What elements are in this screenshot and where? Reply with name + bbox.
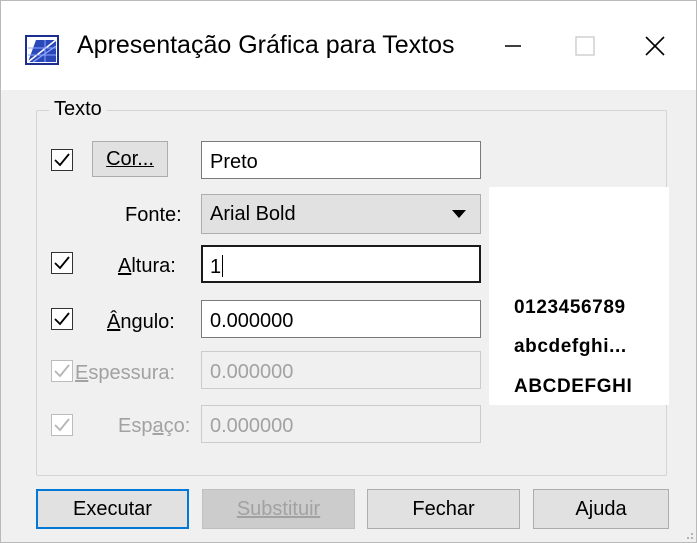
text-caret: [222, 255, 224, 277]
angulo-field[interactable]: 0.000000: [201, 300, 481, 338]
maximize-icon: [575, 35, 595, 56]
fonte-selected-value: Arial Bold: [210, 203, 296, 225]
altura-checkbox[interactable]: [51, 252, 73, 274]
ajuda-button[interactable]: Ajuda: [533, 489, 669, 529]
checkmark-icon: [54, 312, 70, 326]
checkmark-icon: [54, 364, 70, 378]
espaco-field: 0.000000: [201, 405, 481, 443]
title-bar[interactable]: Apresentação Gráfica para Textos: [1, 1, 696, 90]
chevron-down-icon: [452, 210, 466, 218]
close-icon: [645, 35, 665, 56]
espessura-label: Espessura:: [75, 362, 176, 384]
fechar-button[interactable]: Fechar: [367, 489, 520, 529]
substituir-button-label: Substituir: [236, 497, 321, 520]
cor-checkbox[interactable]: [51, 149, 73, 171]
espessura-checkbox: [51, 360, 73, 382]
altura-value: 1: [210, 256, 222, 278]
preview-lowercase: abcdefghi...: [514, 336, 627, 357]
app-chart-icon: [25, 35, 59, 65]
angulo-label: Ângulo:: [107, 311, 175, 333]
texto-group-label: Texto: [49, 98, 107, 121]
preview-digits: 0123456789: [514, 297, 626, 318]
cor-button-label: Cor...: [106, 147, 154, 170]
cor-field[interactable]: Preto: [201, 141, 481, 179]
window-title: Apresentação Gráfica para Textos: [77, 31, 455, 59]
checkmark-icon: [54, 256, 70, 270]
cor-button[interactable]: Cor...: [92, 141, 168, 177]
close-button[interactable]: [605, 1, 697, 90]
dialog-window: Apresentação Gráfica para Textos Texto C…: [0, 0, 697, 543]
executar-button[interactable]: Executar: [36, 489, 189, 529]
espessura-field: 0.000000: [201, 351, 481, 389]
checkmark-icon: [54, 153, 70, 167]
fonte-label: Fonte:: [125, 204, 182, 226]
minimize-icon: [505, 44, 521, 47]
espaco-checkbox: [51, 414, 73, 436]
font-preview: 0123456789 abcdefghi... ABCDEFGHI: [489, 187, 669, 405]
resize-grip-icon[interactable]: [682, 528, 694, 540]
checkmark-icon: [54, 418, 70, 432]
substituir-button: Substituir: [202, 489, 355, 529]
espaco-label: Espaço:: [118, 415, 191, 437]
preview-uppercase: ABCDEFGHI: [514, 376, 633, 397]
angulo-checkbox[interactable]: [51, 308, 73, 330]
altura-field[interactable]: 1: [201, 245, 481, 283]
fonte-select[interactable]: Arial Bold: [201, 194, 481, 234]
altura-label: Altura:: [118, 255, 176, 277]
